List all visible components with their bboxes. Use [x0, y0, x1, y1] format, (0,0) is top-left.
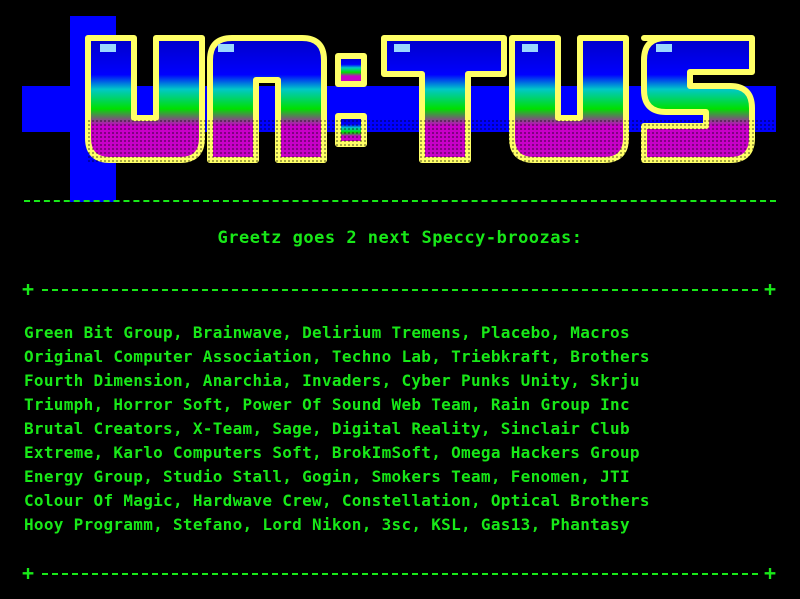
greetz-title: Greetz goes 2 next Speccy-broozas: — [217, 228, 583, 248]
divider-middle-right-cross: + — [764, 277, 777, 301]
greetz-line: Triumph, Horror Soft, Power Of Sound Web… — [24, 395, 630, 414]
divider-top — [24, 200, 776, 202]
greetz-list: Green Bit Group, Brainwave, Delirium Tre… — [24, 321, 776, 537]
divider-middle-left-cross: + — [22, 277, 35, 301]
greetz-line: Original Computer Association, Techno La… — [24, 347, 650, 366]
divider-bottom-right-cross: + — [764, 561, 777, 585]
greetz-line: Fourth Dimension, Anarchia, Invaders, Cy… — [24, 371, 640, 390]
greetz-line: Energy Group, Studio Stall, Gogin, Smoke… — [24, 467, 630, 486]
logo-dither — [88, 120, 778, 162]
divider-bottom-left-cross: + — [22, 561, 35, 585]
greetz-line: Brutal Creators, X-Team, Sage, Digital R… — [24, 419, 630, 438]
greetz-line: Colour Of Magic, Hardwave Crew, Constell… — [24, 491, 650, 510]
greetz-line: Extreme, Karlo Computers Soft, BrokImSof… — [24, 443, 640, 462]
divider-middle — [42, 289, 758, 291]
greetz-line: Hooy Programm, Stefano, Lord Nikon, 3sc,… — [24, 515, 630, 534]
greetz-line: Green Bit Group, Brainwave, Delirium Tre… — [24, 323, 630, 342]
divider-bottom — [42, 573, 758, 575]
unitus-logo — [22, 16, 778, 202]
